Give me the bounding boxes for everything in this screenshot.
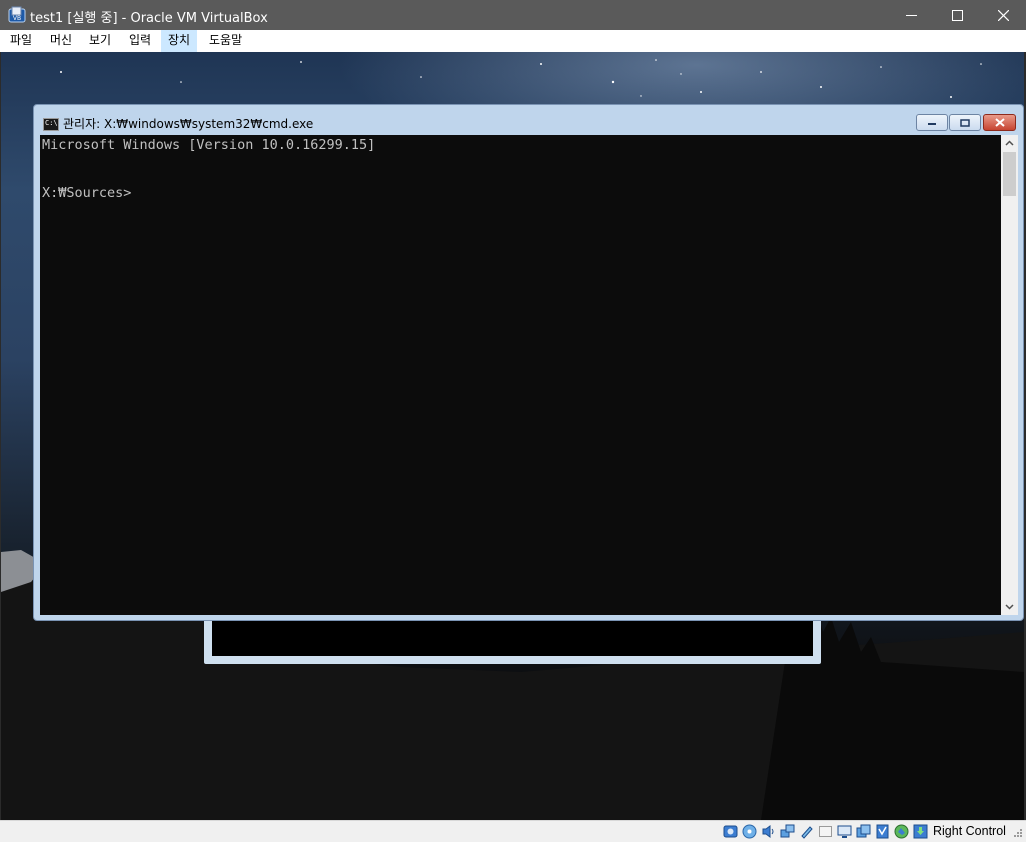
scroll-thumb[interactable] xyxy=(1003,152,1016,196)
cpu-icon[interactable] xyxy=(875,824,890,839)
close-icon xyxy=(997,9,1009,21)
virtualbox-icon: VB xyxy=(8,6,26,23)
chevron-down-icon xyxy=(1005,604,1014,610)
optical-drive-icon[interactable] xyxy=(742,824,757,839)
guest-screen[interactable]: C:\ 관리자: X:₩windows₩system32₩cmd.exe Mic… xyxy=(1,52,1024,820)
cmd-close-button[interactable] xyxy=(983,114,1016,131)
menu-devices[interactable]: 장치 xyxy=(161,30,198,52)
cmd-titlebar[interactable]: C:\ 관리자: X:₩windows₩system32₩cmd.exe xyxy=(34,105,1023,135)
maximize-icon xyxy=(951,9,963,21)
close-icon xyxy=(994,118,1005,127)
console-prompt: X:₩Sources> xyxy=(42,185,132,201)
cmd-minimize-button[interactable] xyxy=(916,114,948,131)
menu-machine[interactable]: 머신 xyxy=(43,30,79,52)
chevron-up-icon xyxy=(1005,140,1014,146)
cmd-title: 관리자: X:₩windows₩system32₩cmd.exe xyxy=(63,117,314,131)
scroll-up-button[interactable] xyxy=(1001,135,1018,151)
minimize-icon xyxy=(905,14,917,16)
mouse-integration-icon[interactable] xyxy=(913,824,928,839)
menu-help[interactable]: 도움말 xyxy=(202,30,249,52)
shared-folders-icon[interactable] xyxy=(818,824,833,839)
close-button[interactable] xyxy=(980,0,1026,30)
console-output[interactable]: Microsoft Windows [Version 10.0.16299.15… xyxy=(40,135,1001,615)
cmd-icon: C:\ xyxy=(43,118,59,131)
network-icon[interactable] xyxy=(780,824,795,839)
usb-icon[interactable] xyxy=(799,824,814,839)
host-key-label[interactable]: Right Control xyxy=(933,824,1006,838)
host-titlebar: VB test1 [실행 중] - Oracle VM VirtualBox xyxy=(0,0,1026,30)
menu-file[interactable]: 파일 xyxy=(3,30,39,52)
guest-additions-icon[interactable] xyxy=(894,824,909,839)
menu-input[interactable]: 입력 xyxy=(122,30,158,52)
display-icon[interactable] xyxy=(837,824,852,839)
resize-grip-icon[interactable] xyxy=(1012,829,1023,840)
restore-icon xyxy=(960,118,970,127)
status-bar: Right Control xyxy=(0,820,1026,842)
hard-disk-icon[interactable] xyxy=(723,824,738,839)
vertical-scrollbar[interactable] xyxy=(1001,135,1018,615)
recording-icon[interactable] xyxy=(856,824,871,839)
minimize-icon xyxy=(928,122,936,125)
menu-view[interactable]: 보기 xyxy=(82,30,118,52)
minimize-button[interactable] xyxy=(888,0,934,30)
svg-text:VB: VB xyxy=(13,15,21,22)
audio-icon[interactable] xyxy=(761,824,776,839)
cmd-maximize-button[interactable] xyxy=(949,114,981,131)
menu-bar: 파일 머신 보기 입력 장치 도움말 xyxy=(0,30,1026,52)
scroll-down-button[interactable] xyxy=(1001,599,1018,615)
cmd-window[interactable]: C:\ 관리자: X:₩windows₩system32₩cmd.exe Mic… xyxy=(33,104,1024,621)
maximize-button[interactable] xyxy=(934,0,980,30)
window-title: test1 [실행 중] - Oracle VM VirtualBox xyxy=(30,11,268,26)
console-line: Microsoft Windows [Version 10.0.16299.15… xyxy=(42,137,376,153)
